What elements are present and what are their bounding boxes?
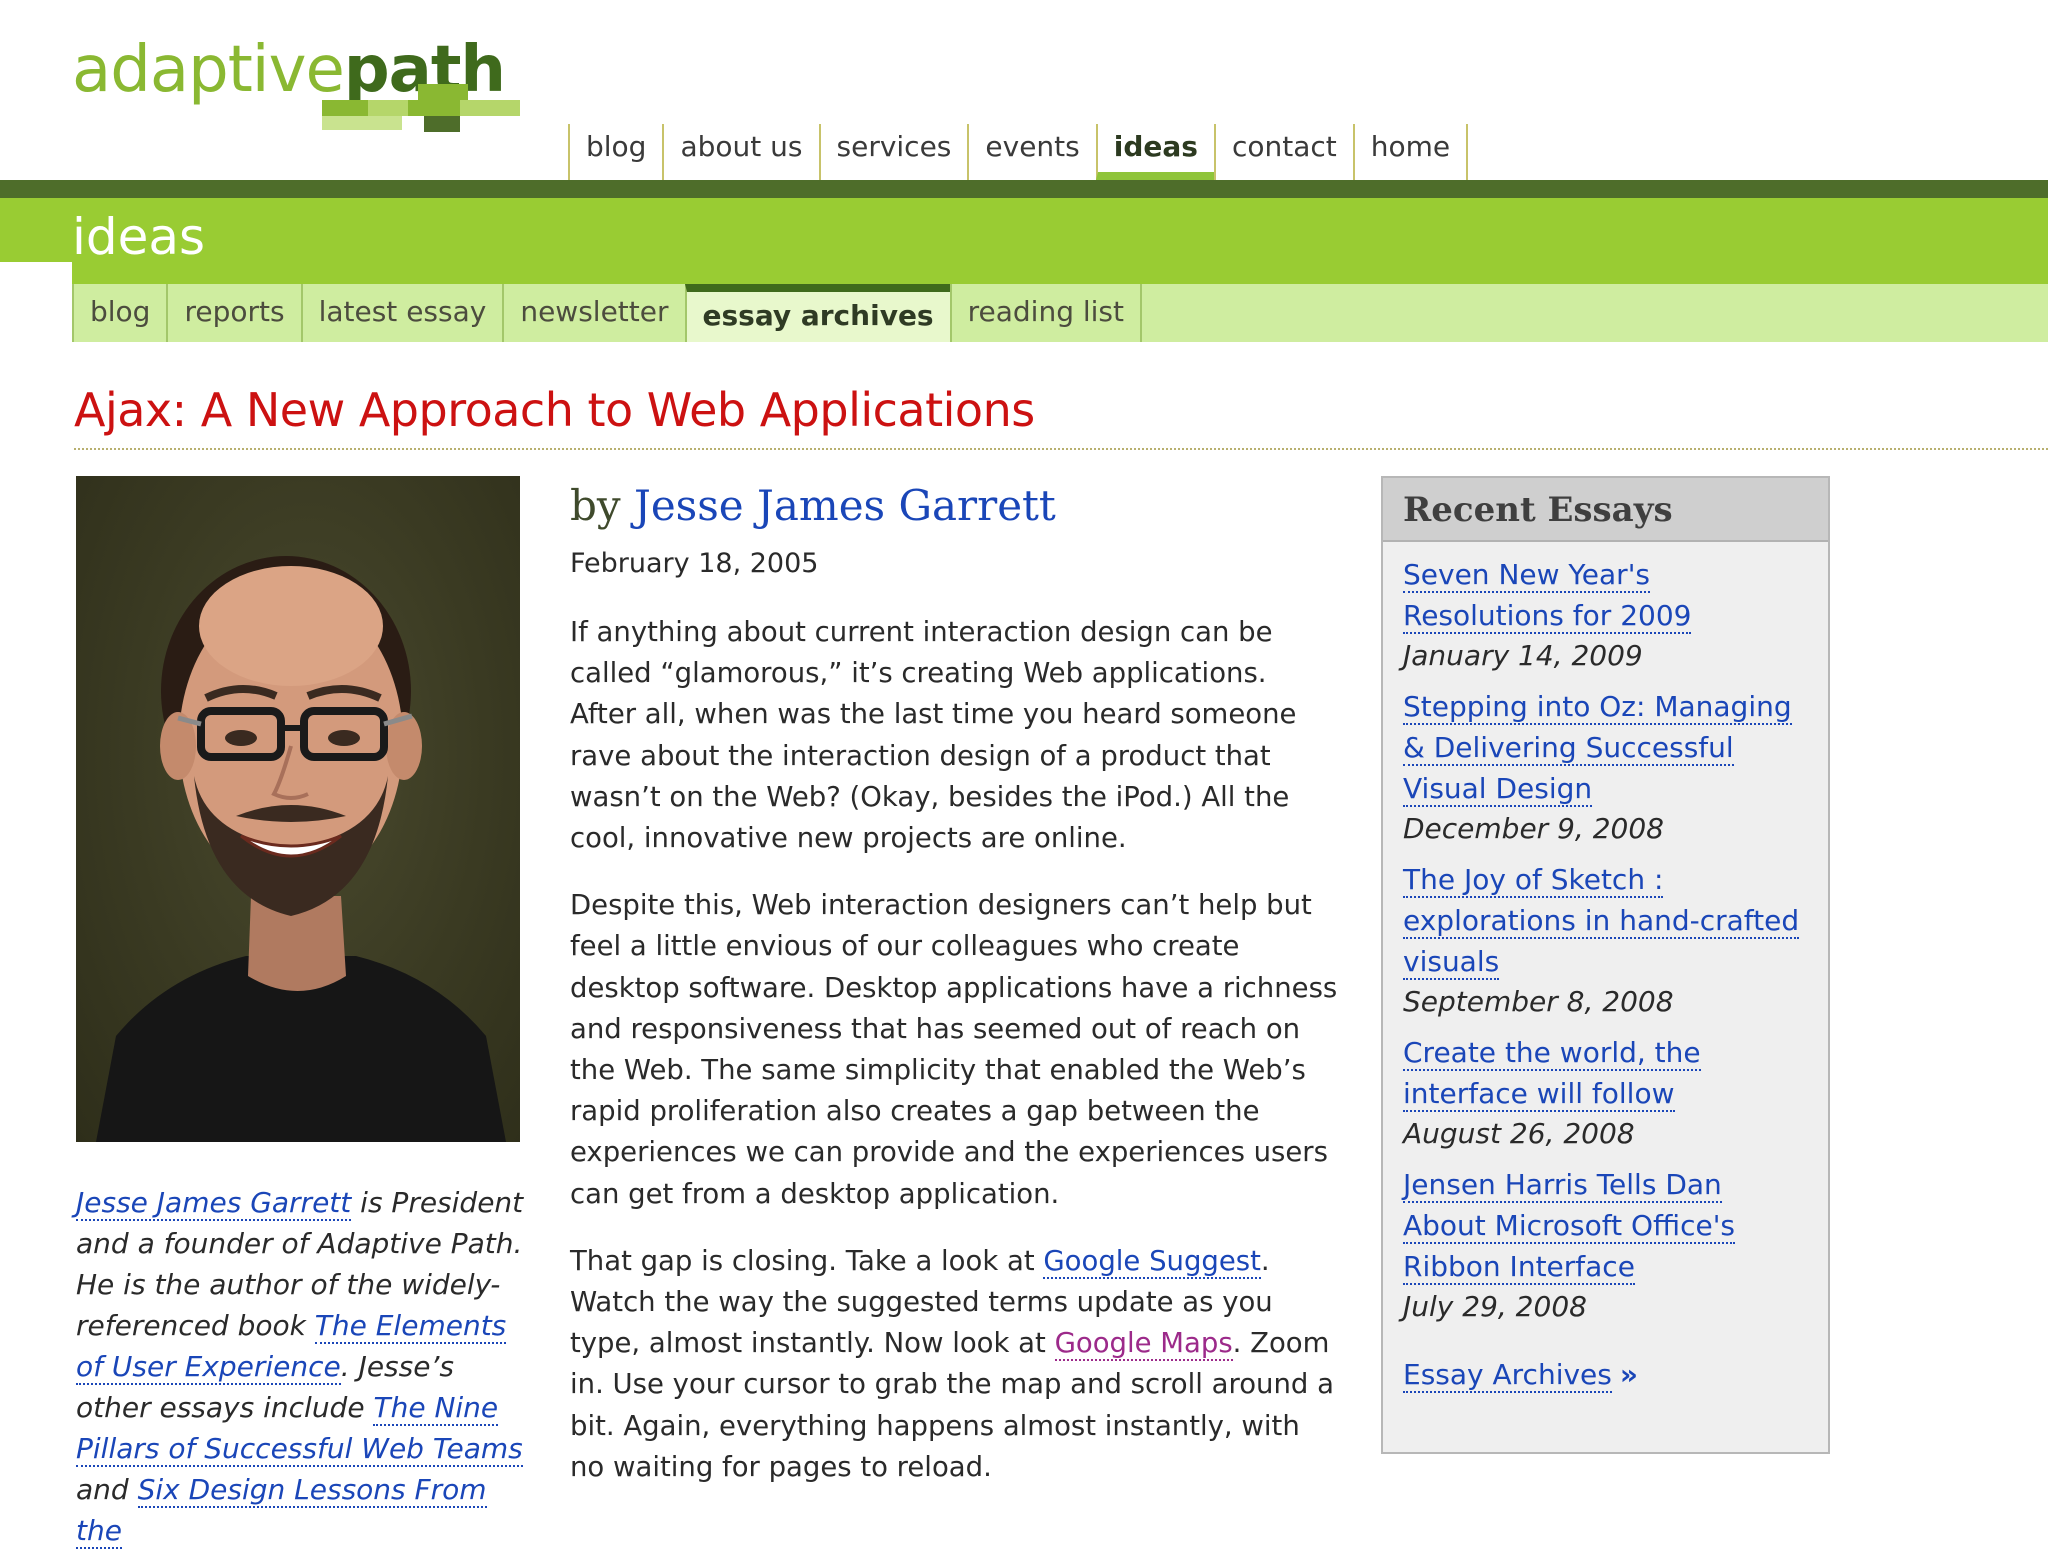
- article-byline: by Jesse James Garrett: [570, 478, 1056, 534]
- nav-events[interactable]: events: [967, 124, 1095, 180]
- section-title: ideas: [72, 208, 206, 266]
- nav-blog[interactable]: blog: [568, 124, 662, 180]
- subnav-blog[interactable]: blog: [72, 284, 166, 342]
- essay-archives-link-row: Essay Archives»: [1403, 1355, 1808, 1395]
- subnav-newsletter[interactable]: newsletter: [502, 284, 684, 342]
- sub-navigation: blog reports latest essay newsletter ess…: [72, 284, 1142, 342]
- subnav-reports[interactable]: reports: [166, 284, 300, 342]
- page-title: Ajax: A New Approach to Web Applications: [74, 383, 1035, 437]
- recent-essays-list: Seven New Year's Resolutions for 2009 Ja…: [1383, 542, 1828, 1395]
- author-photo: [76, 476, 520, 1142]
- list-item: Seven New Year's Resolutions for 2009 Ja…: [1403, 554, 1808, 676]
- title-divider: [74, 448, 2048, 450]
- essay-link[interactable]: Stepping into Oz: Managing & Delivering …: [1403, 690, 1792, 807]
- list-item: The Joy of Sketch : explorations in hand…: [1403, 859, 1808, 1022]
- article-body: If anything about current interaction de…: [570, 612, 1338, 1514]
- section-banner: [0, 198, 2048, 284]
- bio-essay-link-2[interactable]: Six Design Lessons From the: [76, 1473, 487, 1549]
- logo-word-light: adaptive: [72, 33, 345, 107]
- essay-date: August 26, 2008: [1403, 1117, 1635, 1150]
- bio-author-link[interactable]: Jesse James Garrett: [76, 1186, 352, 1221]
- paragraph-3-text-a: That gap is closing. Take a look at: [570, 1244, 1044, 1277]
- essay-link[interactable]: Seven New Year's Resolutions for 2009: [1403, 558, 1692, 634]
- essay-link[interactable]: Create the world, the interface will fol…: [1403, 1036, 1701, 1112]
- essay-link[interactable]: The Joy of Sketch : explorations in hand…: [1403, 863, 1800, 980]
- list-item: Create the world, the interface will fol…: [1403, 1032, 1808, 1154]
- google-suggest-link[interactable]: Google Suggest: [1043, 1244, 1261, 1279]
- sub-navigation-bar: blog reports latest essay newsletter ess…: [72, 284, 2048, 342]
- essay-date: January 14, 2009: [1403, 639, 1643, 672]
- google-maps-link[interactable]: Google Maps: [1054, 1327, 1233, 1362]
- bio-text-3: and: [76, 1473, 138, 1506]
- essay-link[interactable]: Jensen Harris Tells Dan About Microsoft …: [1403, 1168, 1736, 1285]
- publication-date: February 18, 2005: [570, 548, 819, 579]
- subnav-reading-list[interactable]: reading list: [949, 284, 1142, 342]
- author-portrait-illustration: [96, 556, 506, 1142]
- double-chevron-right-icon: »: [1619, 1358, 1638, 1391]
- nav-home[interactable]: home: [1352, 124, 1469, 180]
- nav-ideas[interactable]: ideas: [1095, 124, 1214, 180]
- section-banner-notch: [0, 262, 72, 284]
- nav-services[interactable]: services: [818, 124, 968, 180]
- byline-prefix: by: [570, 481, 621, 530]
- header-divider: [0, 180, 2048, 198]
- article-paragraph-1: If anything about current interaction de…: [570, 616, 1297, 855]
- logo-pixel-bar: [322, 84, 522, 152]
- sidebar-heading: Recent Essays: [1383, 478, 1828, 542]
- author-bio: Jesse James Garrett is President and a f…: [76, 1182, 524, 1551]
- nav-contact[interactable]: contact: [1213, 124, 1353, 180]
- nav-about-us[interactable]: about us: [662, 124, 818, 180]
- essay-date: July 29, 2008: [1403, 1290, 1587, 1323]
- top-navigation: blog about us services events ideas cont…: [568, 124, 1469, 180]
- essay-date: December 9, 2008: [1403, 812, 1664, 845]
- article-paragraph-3: That gap is closing. Take a look at Goog…: [570, 1241, 1338, 1488]
- essay-archives-link[interactable]: Essay Archives: [1403, 1358, 1612, 1393]
- essay-date: September 8, 2008: [1403, 985, 1674, 1018]
- site-header: adaptivepath blog about us services even…: [0, 0, 2048, 182]
- byline-author-link[interactable]: Jesse James Garrett: [634, 481, 1056, 530]
- list-item: Stepping into Oz: Managing & Delivering …: [1403, 686, 1808, 849]
- article-paragraph-2: Despite this, Web interaction designers …: [570, 889, 1338, 1210]
- recent-essays-sidebar: Recent Essays Seven New Year's Resolutio…: [1381, 476, 1830, 1454]
- subnav-essay-archives[interactable]: essay archives: [684, 284, 950, 342]
- list-item: Jensen Harris Tells Dan About Microsoft …: [1403, 1164, 1808, 1327]
- subnav-latest-essay[interactable]: latest essay: [300, 284, 503, 342]
